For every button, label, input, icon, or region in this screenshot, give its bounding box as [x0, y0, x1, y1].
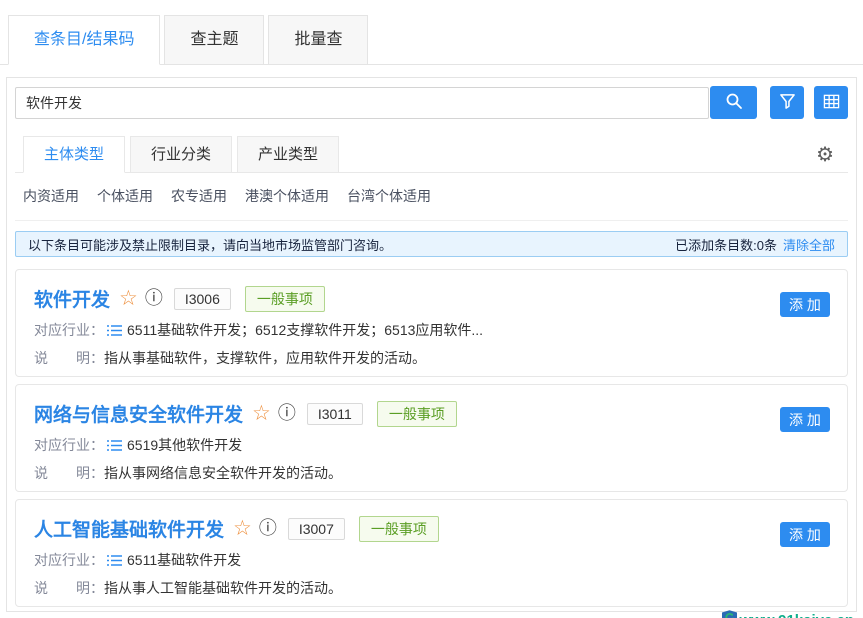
description-label: 说 明： [34, 464, 104, 483]
card-title-row: 网络与信息安全软件开发 ☆ ⓘ I3011 一般事项 添 加 [34, 400, 829, 427]
result-card: 网络与信息安全软件开发 ☆ ⓘ I3011 一般事项 添 加 对应行业： 651… [15, 384, 848, 492]
industry-value: 6511基础软件开发 [127, 551, 241, 570]
clear-all-link[interactable]: 清除全部 [783, 235, 835, 254]
description-label: 说 明： [34, 579, 104, 598]
description-row: 说 明： 指从事基础软件，支撑软件，应用软件开发的活动。 [34, 349, 829, 368]
description-value: 指从事网络信息安全软件开发的活动。 [104, 464, 342, 483]
search-row [15, 86, 848, 119]
star-icon[interactable]: ☆ [233, 518, 252, 539]
description-value: 指从事基础软件，支撑软件，应用软件开发的活动。 [104, 349, 426, 368]
star-icon[interactable]: ☆ [119, 288, 138, 309]
subtab-sector-type[interactable]: 产业类型 [237, 136, 339, 173]
list-icon [107, 324, 122, 337]
industry-row: 对应行业： 6511基础软件开发 [34, 551, 829, 570]
entry-code-badge: I3011 [307, 403, 363, 425]
list-icon [107, 439, 122, 452]
tab-search-items[interactable]: 查条目/结果码 [8, 15, 160, 65]
industry-label: 对应行业： [34, 436, 104, 455]
search-icon [725, 92, 743, 113]
description-value: 指从事人工智能基础软件开发的活动。 [104, 579, 342, 598]
subtab-industry-category[interactable]: 行业分类 [130, 136, 232, 173]
subtab-entity-type[interactable]: 主体类型 [23, 136, 125, 173]
sub-tab-bar: 主体类型 行业分类 产业类型 ⚙ [15, 136, 848, 173]
notice-message: 以下条目可能涉及禁止限制目录，请向当地市场监管部门咨询。 [28, 235, 392, 254]
watermark: www.91kaiye.cn [722, 610, 854, 618]
description-row: 说 明： 指从事网络信息安全软件开发的活动。 [34, 464, 829, 483]
add-button[interactable]: 添 加 [780, 407, 830, 432]
industry-label: 对应行业： [34, 321, 104, 340]
result-card: 软件开发 ☆ ⓘ I3006 一般事项 添 加 对应行业： 6511基础软件开发… [15, 269, 848, 377]
description-row: 说 明： 指从事人工智能基础软件开发的活动。 [34, 579, 829, 598]
entry-title[interactable]: 网络与信息安全软件开发 [34, 400, 243, 427]
entry-title[interactable]: 人工智能基础软件开发 [34, 515, 224, 542]
table-grid-icon [823, 93, 840, 113]
filter-options-row: 内资适用 个体适用 农专适用 港澳个体适用 台湾个体适用 [15, 173, 848, 221]
industry-value: 6511基础软件开发；6512支撑软件开发；6513应用软件... [127, 321, 483, 340]
info-icon[interactable]: ⓘ [145, 290, 163, 308]
tab-search-topic[interactable]: 查主题 [164, 15, 264, 65]
list-icon [107, 554, 122, 567]
filter-individual[interactable]: 个体适用 [97, 187, 153, 206]
description-label: 说 明： [34, 349, 104, 368]
filter-domestic[interactable]: 内资适用 [23, 187, 79, 206]
industry-value: 6519其他软件开发 [127, 436, 242, 455]
tab-batch-search[interactable]: 批量查 [268, 15, 368, 65]
industry-row: 对应行业： 6511基础软件开发；6512支撑软件开发；6513应用软件... [34, 321, 829, 340]
general-item-tag: 一般事项 [359, 516, 439, 542]
add-button[interactable]: 添 加 [780, 292, 830, 317]
notice-bar: 以下条目可能涉及禁止限制目录，请向当地市场监管部门咨询。 已添加条目数: 0条 … [15, 231, 848, 257]
add-button[interactable]: 添 加 [780, 522, 830, 547]
general-item-tag: 一般事项 [245, 286, 325, 312]
info-icon[interactable]: ⓘ [278, 405, 296, 423]
star-icon[interactable]: ☆ [252, 403, 271, 424]
search-input[interactable] [15, 87, 709, 119]
card-title-row: 人工智能基础软件开发 ☆ ⓘ I3007 一般事项 添 加 [34, 515, 829, 542]
search-button[interactable] [710, 86, 757, 119]
watermark-text: www.91kaiye.cn [739, 612, 854, 618]
industry-label: 对应行业： [34, 551, 104, 570]
added-count-value: 0条 [757, 235, 777, 254]
entry-code-badge: I3006 [174, 288, 231, 310]
industry-row: 对应行业： 6519其他软件开发 [34, 436, 829, 455]
general-item-tag: 一般事项 [377, 401, 457, 427]
shield-check-icon [722, 610, 739, 618]
main-panel: 主体类型 行业分类 产业类型 ⚙ 内资适用 个体适用 农专适用 港澳个体适用 台… [6, 77, 857, 612]
filter-hk-macau-individual[interactable]: 港澳个体适用 [245, 187, 329, 206]
gear-icon[interactable]: ⚙ [816, 142, 834, 166]
funnel-icon [779, 93, 796, 113]
result-card: 人工智能基础软件开发 ☆ ⓘ I3007 一般事项 添 加 对应行业： 6511… [15, 499, 848, 607]
filter-taiwan-individual[interactable]: 台湾个体适用 [347, 187, 431, 206]
notice-right: 已添加条目数: 0条 清除全部 [675, 235, 835, 254]
entry-code-badge: I3007 [288, 518, 345, 540]
grid-view-button[interactable] [814, 86, 848, 119]
entry-title[interactable]: 软件开发 [34, 285, 110, 312]
filter-button[interactable] [770, 86, 804, 119]
added-count-label: 已添加条目数: [675, 235, 757, 254]
info-icon[interactable]: ⓘ [259, 520, 277, 538]
card-title-row: 软件开发 ☆ ⓘ I3006 一般事项 添 加 [34, 285, 829, 312]
filter-farm-coop[interactable]: 农专适用 [171, 187, 227, 206]
main-tab-bar: 查条目/结果码 查主题 批量查 [0, 15, 863, 65]
